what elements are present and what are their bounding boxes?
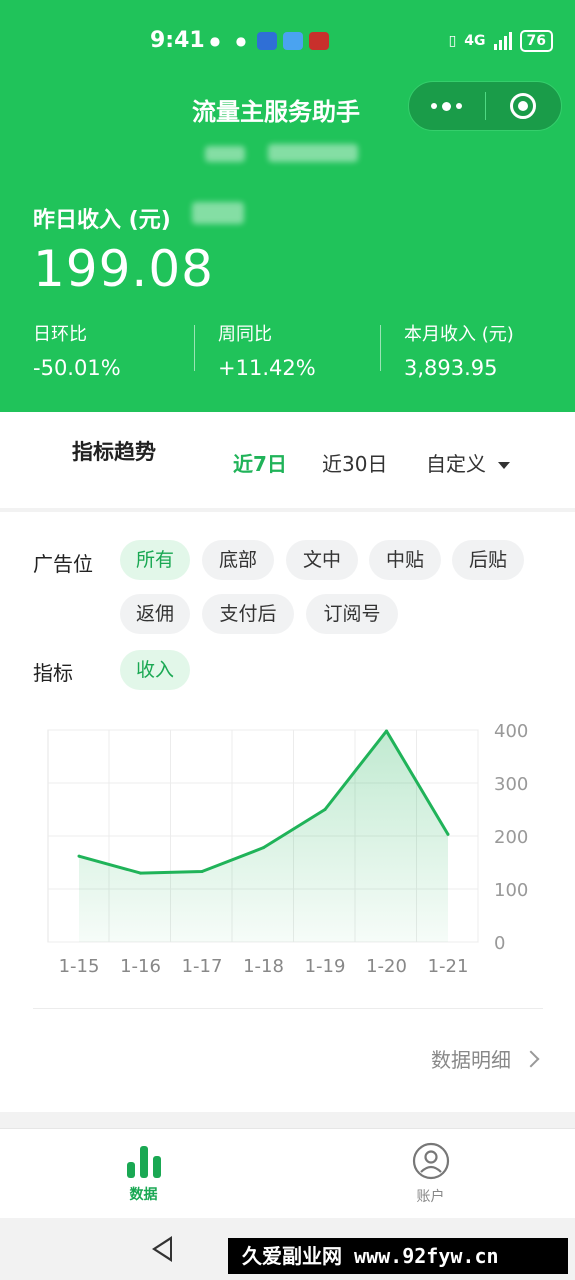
app-icon <box>309 32 329 50</box>
x-tick-label: 1-18 <box>243 956 284 977</box>
app-title: 流量主服务助手 <box>192 98 360 126</box>
close-mini-program-button[interactable] <box>486 82 562 130</box>
status-right: ▯ 4G 76 <box>449 30 553 52</box>
weather-icon <box>283 32 303 50</box>
chip-ad-mid[interactable]: 中贴 <box>369 540 441 580</box>
wechat-icon: ● <box>209 34 221 48</box>
tab-last-30-days[interactable]: 近30日 <box>322 448 387 477</box>
trend-title: 指标趋势 <box>72 440 156 464</box>
signal-icon <box>493 32 512 50</box>
chip-ad-after-payment[interactable]: 支付后 <box>202 594 294 634</box>
chip-ad-subscription[interactable]: 订阅号 <box>306 594 398 634</box>
stat-month-income: 本月收入 (元) 3,893.95 <box>404 320 514 380</box>
stat-label: 本月收入 (元) <box>404 324 514 345</box>
section-divider <box>33 1008 543 1009</box>
income-trend-chart: 0 100 200 300 400 1-15 1-16 1-17 1-18 1-19 1-20 1-2… <box>0 702 575 992</box>
data-point <box>200 870 204 874</box>
dropdown-caret-icon <box>498 462 510 469</box>
filter-chart-card: 广告位 所有 底部 文中 中贴 后贴 返佣 支付后 订阅号 指标 收入 0 100… <box>0 512 575 1112</box>
back-icon[interactable] <box>152 1236 172 1262</box>
target-icon <box>510 93 537 119</box>
battery-icon: 76 <box>519 30 553 52</box>
chevron-right-icon <box>522 1050 540 1067</box>
more-button[interactable] <box>409 82 485 130</box>
stat-label: 周同比 <box>218 324 272 345</box>
wechat-icon: ● <box>235 34 247 48</box>
data-point <box>262 846 265 850</box>
chip-ad-rebate[interactable]: 返佣 <box>120 594 190 634</box>
chip-ad-all[interactable]: 所有 <box>120 540 190 580</box>
y-tick-label: 0 <box>494 933 505 954</box>
x-tick-label: 1-19 <box>305 956 346 977</box>
tab-data[interactable]: 数据 <box>0 1129 287 1219</box>
stat-value: 3,893.95 <box>404 356 498 380</box>
x-tick-label: 1-20 <box>366 956 407 977</box>
chart-area <box>79 731 448 942</box>
chip-ad-post[interactable]: 后贴 <box>452 540 524 580</box>
data-point <box>385 729 388 733</box>
y-tick-label: 100 <box>494 880 528 901</box>
tab-data-label: 数据 <box>129 1187 158 1203</box>
status-bar: 9:41 ● ● ▯ 4G 76 <box>0 28 575 58</box>
y-tick-label: 300 <box>494 774 528 795</box>
data-point <box>323 808 327 811</box>
stat-value: -50.01% <box>33 356 121 380</box>
stat-divider <box>194 325 195 371</box>
x-tick-label: 1-21 <box>428 956 469 977</box>
ad-slot-label: 广告位 <box>33 552 93 576</box>
x-tick-label: 1-15 <box>59 956 100 977</box>
chip-ad-in-article[interactable]: 文中 <box>286 540 358 580</box>
battery-level: 76 <box>526 33 546 49</box>
redacted-account <box>205 146 245 162</box>
status-time: 9:41 <box>150 28 205 53</box>
data-detail-label: 数据明细 <box>431 1048 511 1072</box>
status-notification-icons: ● ● <box>205 32 329 50</box>
app-icon <box>257 32 277 50</box>
user-icon <box>412 1142 449 1180</box>
metric-label: 指标 <box>33 661 73 685</box>
yesterday-income-value: 199.08 <box>33 240 214 298</box>
custom-range-label: 自定义 <box>426 452 486 476</box>
tab-account-label: 账户 <box>416 1189 445 1205</box>
tab-last-7-days[interactable]: 近7日 <box>233 448 287 477</box>
stat-day-over-day: 日环比 -50.01% <box>33 320 121 380</box>
chart-svg: 0 100 200 300 400 1-15 1-16 1-17 1-18 1-19 1-20 1-2… <box>47 721 528 977</box>
bar-chart-icon <box>126 1146 161 1178</box>
x-tick-label: 1-16 <box>120 956 161 977</box>
network-type: 4G <box>464 33 486 49</box>
more-icon <box>431 101 463 111</box>
tab-custom-range[interactable]: 自定义 <box>426 448 510 477</box>
mini-program-capsule <box>408 81 562 131</box>
yesterday-income-label: 昨日收入 (元) <box>33 208 171 233</box>
data-point <box>139 871 142 875</box>
chip-ad-bottom[interactable]: 底部 <box>202 540 274 580</box>
stat-divider <box>380 325 381 371</box>
y-tick-label: 400 <box>494 721 528 742</box>
tab-account[interactable]: 账户 <box>287 1129 574 1219</box>
trend-card: 指标趋势 近7日 近30日 自定义 <box>0 412 575 508</box>
stat-label: 日环比 <box>33 324 87 345</box>
stat-value: +11.42% <box>218 356 316 380</box>
redacted-account <box>268 144 358 162</box>
data-point <box>77 854 81 858</box>
bottom-tab-bar: 数据 账户 <box>0 1128 575 1218</box>
y-tick-label: 200 <box>494 827 528 848</box>
redacted-info <box>192 202 244 224</box>
header: 9:41 ● ● ▯ 4G 76 流量主服务助手 昨日收入 (元) 199.08… <box>0 0 575 412</box>
data-point <box>446 832 450 836</box>
stat-week-over-week: 周同比 +11.42% <box>218 320 316 380</box>
chip-metric-income[interactable]: 收入 <box>120 650 190 690</box>
watermark-banner: 久爱副业网 www.92fyw.cn <box>228 1238 568 1274</box>
vibrate-icon: ▯ <box>448 33 457 49</box>
data-detail-link[interactable]: 数据明细 <box>431 1044 540 1073</box>
x-tick-label: 1-17 <box>182 956 223 977</box>
